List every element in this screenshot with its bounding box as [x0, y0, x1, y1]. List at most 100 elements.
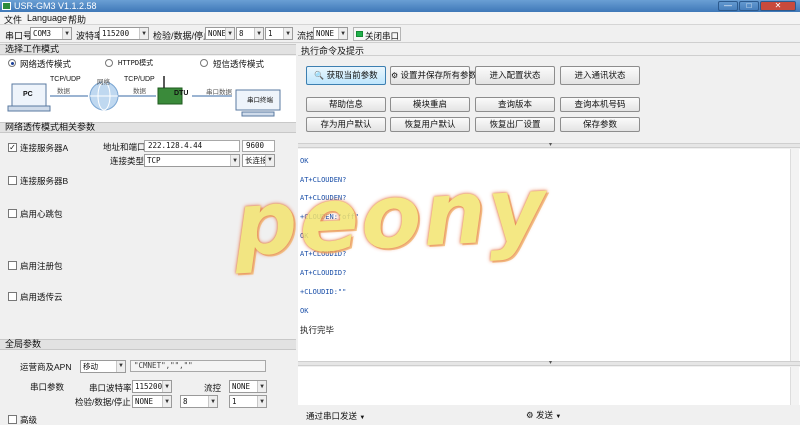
stop-bits-select[interactable]: 1 ▼ [265, 27, 293, 40]
mode-label-sms: 短信透传模式 [213, 59, 265, 69]
splitter-top[interactable]: ▾ [298, 142, 800, 148]
data-bits-select[interactable]: 8 ▼ [236, 27, 264, 40]
parity-select[interactable]: NONE ▼ [205, 27, 235, 40]
serial-flow-label: 流控 [204, 383, 222, 393]
serial-toolbar: 串口号 COM3 ▼ 波特率 115200 ▼ 检验/数据/停止 NONE ▼ 8 ▼ … [0, 25, 800, 43]
log-line: +CLOUDID:"" [300, 288, 347, 296]
splitter-bottom[interactable]: ▾ [298, 360, 800, 366]
set-save-button[interactable]: ⚙ 设置并保存所有参数 [390, 66, 477, 85]
enter-comm-button[interactable]: 进入通讯状态 [560, 66, 640, 85]
port-status-icon [356, 31, 363, 37]
heartbeat-label: 启用心跳包 [20, 209, 63, 219]
chevron-down-icon: ▼ [230, 155, 239, 166]
chevron-down-icon: ▼ [225, 28, 234, 39]
log-line: OK [300, 157, 309, 165]
get-params-button[interactable]: 🔍 获取当前参数 [306, 66, 386, 85]
mode-label-httpd: HTTPD模式 [118, 59, 154, 67]
chevron-down-icon: ▼ [338, 28, 347, 39]
port-label: 串口号 [5, 31, 33, 41]
parity-label: 检验/数据/停止 [153, 31, 213, 41]
chevron-down-icon: ▼ [257, 396, 266, 407]
send-bar: 通过串口发送 ▼ ⚙ 发送 ▼ [298, 405, 800, 425]
send-input[interactable] [298, 367, 800, 405]
serial-flow-select[interactable]: NONE ▼ [229, 380, 267, 393]
enter-config-button[interactable]: 进入配置状态 [475, 66, 555, 85]
net-params-header: 网络透传模式相关参数 [0, 122, 296, 133]
port-select[interactable]: COM3 ▼ [30, 27, 72, 40]
server-a-checkbox[interactable]: ✓ [8, 143, 17, 152]
serial-parity-select[interactable]: NONE ▼ [132, 395, 172, 408]
menu-language[interactable]: Language [27, 13, 67, 23]
send-button[interactable]: ⚙ 发送 ▼ [526, 409, 561, 421]
diagram-data1: 数据 [57, 88, 70, 95]
mode-radio-sms[interactable] [200, 59, 208, 67]
send-icon: ⚙ [526, 410, 534, 420]
diagram-tcp2: TCP/UDP [124, 76, 155, 83]
log-scrollbar[interactable] [790, 149, 799, 361]
mode-radio-network[interactable] [8, 59, 16, 67]
diagram-pc-label: PC [23, 91, 33, 98]
globe-icon [89, 81, 119, 111]
cloud-checkbox[interactable] [8, 292, 17, 301]
app-icon [2, 2, 11, 10]
query-phone-button[interactable]: 查询本机号码 [560, 97, 640, 112]
serial-label: 串口参数 [30, 382, 65, 392]
server-b-label: 连接服务器B [20, 176, 69, 186]
apn-string-input[interactable]: "CMNET","","" [130, 360, 266, 372]
chevron-down-icon: ▼ [265, 155, 274, 166]
minimize-button[interactable]: — [718, 1, 738, 11]
serial-parity-label: 检验/数据/停止 [75, 397, 131, 407]
heartbeat-checkbox[interactable] [8, 209, 17, 218]
register-checkbox[interactable] [8, 261, 17, 270]
restart-button[interactable]: 模块重启 [390, 97, 470, 112]
commands-panel: 🔍 获取当前参数 ⚙ 设置并保存所有参数 进入配置状态 进入通讯状态 帮助信息 … [298, 55, 800, 143]
server-a-label: 连接服务器A [20, 143, 69, 153]
server-address-input[interactable]: 222.128.4.44 [144, 140, 240, 152]
window-title: USR-GM3 V1.1.2.58 [14, 1, 97, 11]
mode-radio-httpd[interactable] [105, 59, 113, 67]
chevron-down-icon: ▼ [162, 396, 171, 407]
baud-select[interactable]: 115200 ▼ [99, 27, 149, 40]
diagram-data2: 数据 [133, 88, 146, 95]
serial-stop-select[interactable]: 1 ▼ [229, 395, 267, 408]
advanced-checkbox[interactable] [8, 415, 17, 424]
factory-reset-button[interactable]: 恢复出厂设置 [475, 117, 555, 132]
apn-select[interactable]: 移动 ▼ [80, 360, 126, 373]
flow-select[interactable]: NONE ▼ [313, 27, 348, 40]
diagram-terminal: 串口终端 [247, 97, 273, 104]
chevron-down-icon: ▼ [254, 28, 263, 39]
conn-mode-select[interactable]: 长连接 ▼ [242, 154, 275, 167]
server-b-checkbox[interactable] [8, 176, 17, 185]
menu-bar: 文件 Language 帮助 [0, 12, 800, 25]
close-window-button[interactable]: ✕ [760, 1, 796, 11]
send-via-dropdown[interactable]: 通过串口发送 ▼ [306, 410, 365, 422]
addr-port-label: 地址和端口 [103, 142, 146, 152]
chevron-down-icon: ▼ [283, 28, 292, 39]
help-info-button[interactable]: 帮助信息 [306, 97, 386, 112]
chevron-down-icon: ▼ [555, 414, 562, 420]
advanced-label: 高级 [20, 415, 38, 425]
close-port-button[interactable]: 关闭串口 [353, 27, 401, 41]
watermark-text: peony [231, 156, 550, 277]
save-params-button[interactable]: 保存参数 [560, 117, 640, 132]
search-icon: 🔍 [314, 71, 325, 80]
cloud-label: 启用透传云 [20, 292, 63, 302]
serial-data-select[interactable]: 8 ▼ [180, 395, 218, 408]
query-version-button[interactable]: 查询版本 [475, 97, 555, 112]
log-done: 执行完毕 [300, 325, 335, 335]
register-label: 启用注册包 [20, 261, 63, 271]
chevron-down-icon: ▾ [549, 142, 553, 148]
diagram-tcp1: TCP/UDP [50, 76, 81, 83]
chevron-down-icon: ▾ [549, 360, 553, 366]
global-params-panel: 运营商及APN 移动 ▼ "CMNET","","" 串口参数 串口波特率 115… [0, 351, 296, 425]
chevron-down-icon: ▼ [257, 381, 266, 392]
serial-baud-select[interactable]: 115200 ▼ [132, 380, 172, 393]
server-port-input[interactable]: 9600 [242, 140, 275, 152]
send-scrollbar[interactable] [790, 367, 799, 405]
close-port-label: 关闭串口 [365, 31, 400, 41]
restore-default-button[interactable]: 恢复用户默认 [390, 117, 470, 132]
maximize-button[interactable]: □ [739, 1, 759, 11]
conn-type-select[interactable]: TCP ▼ [144, 154, 240, 167]
conn-type-label: 连接类型 [110, 156, 145, 166]
save-default-button[interactable]: 存为用户默认 [306, 117, 386, 132]
